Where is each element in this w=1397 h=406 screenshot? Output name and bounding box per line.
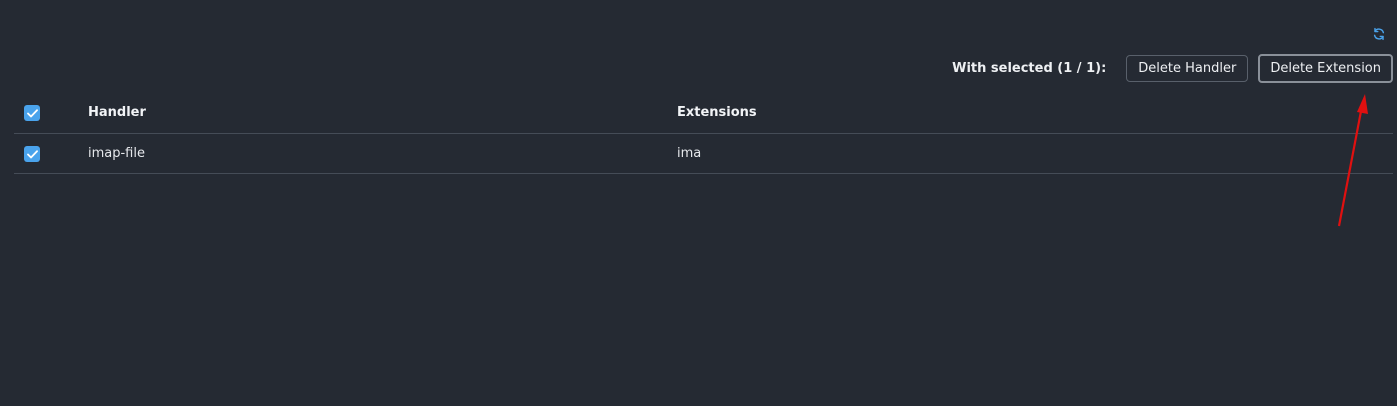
cell-extensions: ima	[677, 146, 702, 161]
checkmark-icon	[26, 149, 38, 158]
table-header-row: Handler Extensions	[14, 92, 1393, 134]
delete-handler-button[interactable]: Delete Handler	[1126, 55, 1249, 82]
with-selected-label: With selected (1 / 1):	[952, 61, 1107, 76]
table-row[interactable]: imap-file ima	[14, 134, 1393, 174]
column-header-extensions[interactable]: Extensions	[677, 92, 757, 133]
cell-handler: imap-file	[88, 146, 145, 161]
delete-extension-button[interactable]: Delete Extension	[1258, 54, 1393, 83]
handlers-page: With selected (1 / 1): Delete Handler De…	[0, 0, 1397, 406]
column-header-handler[interactable]: Handler	[88, 92, 146, 133]
refresh-icon[interactable]	[1372, 27, 1386, 41]
handlers-table: Handler Extensions imap-file ima	[14, 92, 1393, 174]
bulk-actions-toolbar: With selected (1 / 1): Delete Handler De…	[952, 54, 1393, 83]
select-all-checkbox[interactable]	[24, 105, 40, 121]
checkmark-icon	[26, 108, 38, 117]
row-checkbox[interactable]	[24, 146, 40, 162]
